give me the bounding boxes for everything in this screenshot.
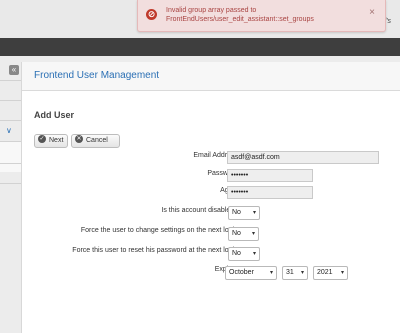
expires-day-value: 31 (286, 269, 294, 276)
sidebar (0, 62, 21, 333)
email-field[interactable]: asdf@asdf.com (227, 151, 379, 164)
dropdown-arrow-icon: ▾ (251, 231, 255, 237)
account-disabled-select[interactable]: No ▾ (228, 206, 260, 220)
sidebar-divider (0, 120, 21, 121)
next-button[interactable]: ✓ Next (34, 134, 68, 148)
password-again-field[interactable]: ••••••• (227, 186, 313, 199)
chevron-down-icon[interactable]: ∨ (6, 126, 12, 135)
password-field[interactable]: ••••••• (227, 169, 313, 182)
dropdown-arrow-icon: ▾ (269, 270, 273, 276)
collapse-sidebar-icon[interactable]: « (9, 65, 19, 75)
force-settings-select[interactable]: No ▾ (228, 227, 259, 241)
next-button-label: Next (49, 137, 64, 144)
force-reset-select[interactable]: No ▾ (228, 247, 260, 261)
sidebar-divider (0, 183, 21, 184)
top-nav-bar (0, 38, 400, 56)
dropdown-arrow-icon: ▾ (252, 251, 256, 257)
error-notification: ⊘ Invalid group array passed to FrontEnd… (137, 0, 386, 32)
cancel-button[interactable]: ✕ Cancel (71, 134, 120, 148)
dropdown-arrow-icon: ▾ (340, 270, 344, 276)
cancel-icon: ✕ (75, 135, 83, 144)
page-title: Frontend User Management (34, 70, 160, 81)
sidebar-divider (0, 100, 21, 101)
expires-month-value: October (229, 269, 254, 276)
force-reset-value: No (232, 250, 241, 257)
close-icon[interactable]: × (369, 7, 375, 18)
expires-month-select[interactable]: October ▾ (225, 266, 277, 280)
divider (22, 90, 400, 91)
check-icon: ✓ (38, 135, 46, 144)
main-panel: Frontend User Management Add User ✓ Next … (21, 62, 400, 333)
expires-year-select[interactable]: 2021 ▾ (313, 266, 348, 280)
cancel-button-label: Cancel (86, 137, 108, 144)
expires-year-value: 2021 (317, 269, 333, 276)
error-message: Invalid group array passed to FrontEndUs… (166, 7, 314, 23)
error-circle-icon: ⊘ (146, 9, 157, 20)
sidebar-divider (0, 80, 21, 81)
dropdown-arrow-icon: ▾ (300, 270, 304, 276)
force-reset-label: Force this user to reset his password at… (72, 247, 240, 254)
sidebar-item[interactable] (0, 142, 21, 172)
dropdown-arrow-icon: ▾ (252, 210, 256, 216)
expires-day-select[interactable]: 31 ▾ (282, 266, 308, 280)
sidebar-divider (0, 163, 21, 164)
section-title: Add User (34, 110, 75, 120)
force-settings-label: Force the user to change settings on the… (80, 227, 240, 234)
account-disabled-value: No (232, 209, 241, 216)
force-settings-value: No (232, 230, 241, 237)
